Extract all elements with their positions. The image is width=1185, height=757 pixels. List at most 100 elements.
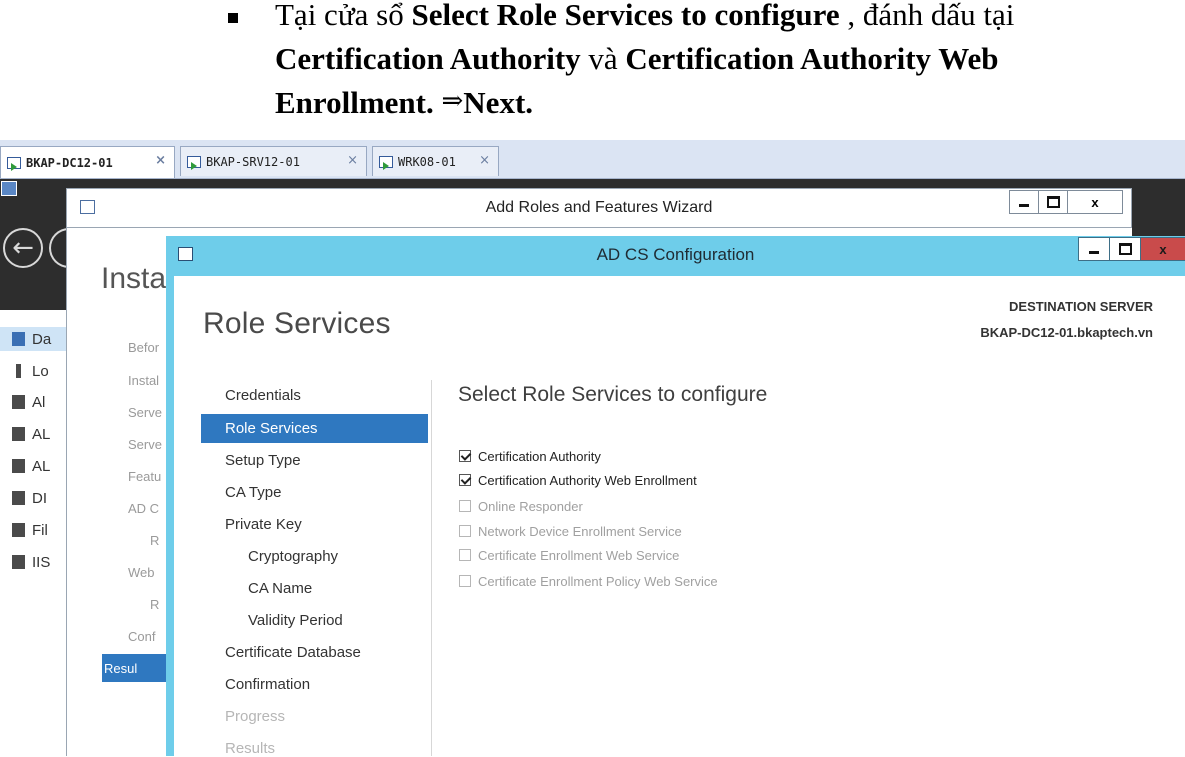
sidebar-item-dns[interactable]: DI	[12, 486, 47, 510]
nav-divider	[431, 380, 432, 756]
sidebar-item-label: Al	[32, 393, 46, 411]
adcs-window-body	[166, 276, 1185, 756]
vm-tab-bkap-srv12-01[interactable]: BKAP-SRV12-01 ×	[180, 146, 367, 176]
sidebar-item-label: AL	[32, 425, 51, 443]
wizard-step[interactable]: Serve	[128, 405, 162, 420]
close-icon: x	[1091, 194, 1099, 210]
maximize-icon	[1046, 196, 1060, 208]
caption-bold-text: Certification Authority	[275, 41, 581, 76]
vm-tab-strip: BKAP-DC12-01 × BKAP-SRV12-01 × WRK08-01 …	[0, 140, 1185, 179]
sidebar-item-label: Fil	[32, 521, 48, 539]
sidebar-item-ad-ds[interactable]: AL	[12, 454, 50, 478]
close-icon: x	[1159, 241, 1167, 257]
destination-server-value: BKAP-DC12-01.bkaptech.vn	[980, 325, 1153, 340]
wizard-step[interactable]: Conf	[128, 629, 155, 644]
nav-item-private-key[interactable]: Private Key	[225, 516, 302, 533]
wizard-step[interactable]: Web	[128, 565, 155, 580]
caption-text: và	[580, 41, 626, 76]
checkbox-unchecked-icon	[459, 500, 471, 512]
caption-bold-text: Next.	[463, 85, 534, 120]
nav-item-ca-name[interactable]: CA Name	[248, 580, 312, 597]
sidebar-item-all-servers[interactable]: Al	[12, 390, 45, 414]
minimize-button[interactable]	[1079, 238, 1110, 260]
maximize-button[interactable]	[1039, 191, 1068, 213]
wizard-step[interactable]: Instal	[128, 373, 159, 388]
minimize-icon	[1019, 203, 1029, 207]
close-button[interactable]: x	[1141, 238, 1185, 260]
page-title: Role Services	[203, 307, 391, 340]
sidebar-item-dashboard[interactable]: Da	[0, 327, 66, 351]
checkbox-label: Certification Authority	[478, 448, 601, 464]
sidebar-item-label: DI	[32, 489, 47, 507]
adcs-titlebar: AD CS Configuration x	[166, 236, 1185, 276]
wizard-step[interactable]: R	[150, 533, 159, 548]
vm-tab-wrk08-01[interactable]: WRK08-01 ×	[372, 146, 499, 176]
nav-item-validity-period[interactable]: Validity Period	[248, 612, 343, 629]
wizard-window-controls: x	[1009, 190, 1123, 214]
checkbox-label: Certificate Enrollment Web Service	[478, 547, 680, 563]
checkbox-checked-icon[interactable]	[459, 474, 471, 486]
back-arrow-icon[interactable]: ←	[3, 228, 43, 268]
maximize-icon	[1118, 243, 1132, 255]
sidebar-item-ad-cs[interactable]: AL	[12, 422, 50, 446]
checkbox-checked-icon[interactable]	[459, 450, 471, 462]
server-manager-sidebar: Da Lo Al AL AL DI Fil IIS	[0, 310, 67, 756]
wizard-page-heading: Insta	[101, 262, 167, 295]
checkbox-certification-authority[interactable]: Certification Authority	[459, 447, 601, 465]
caption-bold-text: Enrollment.	[275, 85, 434, 120]
nav-item-setup-type[interactable]: Setup Type	[225, 452, 301, 469]
nav-item-confirmation[interactable]: Confirmation	[225, 676, 310, 693]
nav-item-certificate-database[interactable]: Certificate Database	[225, 644, 361, 661]
caption-text: , đánh dấu tại	[839, 0, 1015, 32]
server-manager-app-icon	[1, 181, 17, 196]
vm-tab-label: BKAP-DC12-01	[26, 155, 113, 170]
wizard-step[interactable]: Befor	[128, 340, 159, 355]
sidebar-item-label: Da	[32, 330, 52, 348]
maximize-button[interactable]	[1110, 238, 1141, 260]
sidebar-item-file-services[interactable]: Fil	[12, 518, 48, 542]
dashboard-icon	[12, 332, 25, 346]
dns-icon	[12, 491, 25, 505]
directory-services-icon	[12, 459, 25, 473]
checkbox-label: Certification Authority Web Enrollment	[478, 472, 697, 488]
nav-item-credentials[interactable]: Credentials	[225, 387, 301, 404]
adcs-window-controls: x	[1078, 237, 1185, 261]
certificate-services-icon	[12, 427, 25, 441]
adcs-window-title: AD CS Configuration	[596, 245, 755, 264]
right-arrow-icon: ⇒	[441, 86, 464, 115]
checkbox-label: Network Device Enrollment Service	[478, 523, 682, 539]
checkbox-unchecked-icon	[459, 525, 471, 537]
checkbox-label: Online Responder	[478, 498, 583, 514]
close-button[interactable]: x	[1068, 191, 1122, 213]
close-icon[interactable]: ×	[479, 153, 490, 168]
sidebar-item-label: AL	[32, 457, 51, 475]
wizard-step[interactable]: Featu	[128, 469, 161, 484]
caption-text: Tại cửa sổ	[275, 0, 412, 32]
checkbox-ca-web-enrollment[interactable]: Certification Authority Web Enrollment	[459, 471, 697, 489]
sidebar-item-local-server[interactable]: Lo	[12, 359, 49, 383]
wizard-step[interactable]: R	[150, 597, 159, 612]
minimize-button[interactable]	[1010, 191, 1039, 213]
iis-icon	[12, 555, 25, 569]
wizard-step[interactable]: Serve	[128, 437, 162, 452]
minimize-icon	[1089, 250, 1099, 254]
sidebar-item-iis[interactable]: IIS	[12, 550, 50, 574]
nav-item-cryptography[interactable]: Cryptography	[248, 548, 338, 565]
caption-bold-text: Certification Authority Web	[625, 41, 999, 76]
sidebar-item-label: IIS	[32, 553, 51, 571]
document-caption: Tại cửa sổ Select Role Services to confi…	[228, 0, 1178, 135]
nav-item-role-services[interactable]: Role Services	[201, 414, 428, 443]
caption-line-2: Certification Authority và Certification…	[275, 41, 999, 77]
wizard-step[interactable]: AD C	[128, 501, 159, 516]
nav-item-ca-type[interactable]: CA Type	[225, 484, 281, 501]
section-heading: Select Role Services to configure	[458, 383, 768, 406]
virtual-machine-icon	[7, 156, 21, 171]
checkbox-enrollment-web-service: Certificate Enrollment Web Service	[459, 546, 679, 564]
nav-item-progress: Progress	[225, 708, 286, 725]
server-icon	[16, 364, 21, 378]
vm-tab-bkap-dc12-01[interactable]: BKAP-DC12-01 ×	[0, 146, 175, 178]
close-icon[interactable]: ×	[347, 153, 358, 168]
close-icon[interactable]: ×	[155, 153, 166, 168]
vm-tab-label: WRK08-01	[398, 154, 456, 169]
destination-server-label: DESTINATION SERVER	[1009, 299, 1153, 314]
